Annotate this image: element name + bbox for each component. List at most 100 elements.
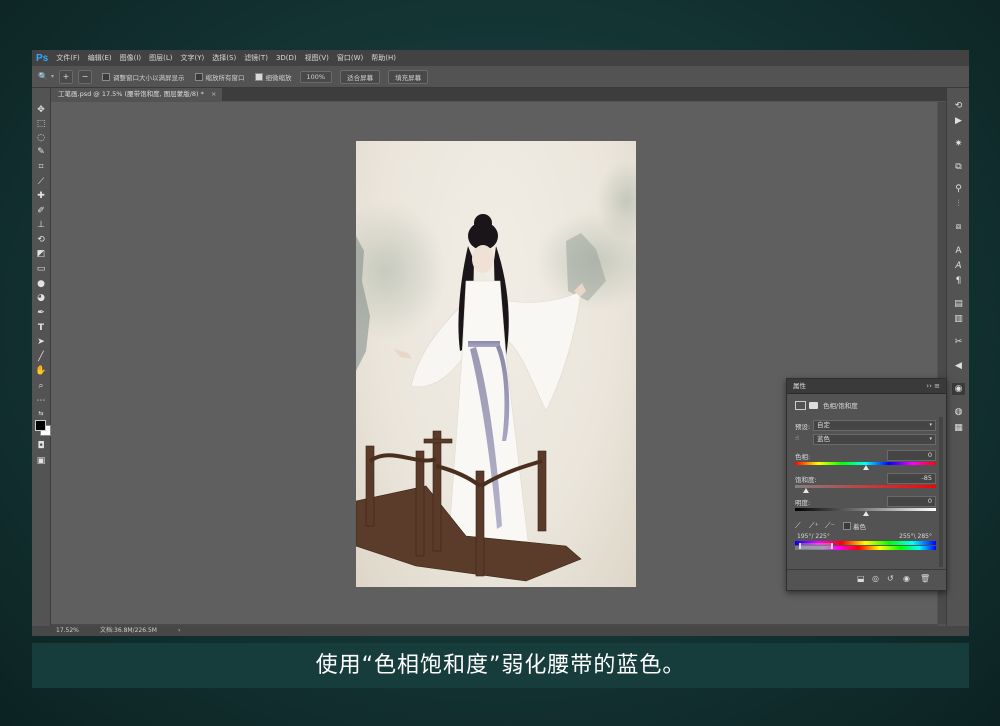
quick-select-tool-icon[interactable]: ✎ — [35, 146, 47, 158]
targeted-adjustment-hand-icon[interactable]: ☝ — [795, 434, 799, 442]
eyedropper-plus-icon[interactable]: ⟋⁺ — [809, 521, 819, 531]
document-tab[interactable]: 工笔画.psd @ 17.5% (腰带饱和度, 图层蒙版/8) * × — [50, 88, 223, 101]
saturation-label: 饱和度: — [795, 476, 817, 484]
menu-view[interactable]: 视图(V) — [305, 53, 329, 63]
colorize-label: 着色 — [853, 523, 866, 531]
colorize-checkbox[interactable] — [843, 522, 851, 530]
hand-tool-icon[interactable]: ✋ — [35, 365, 47, 377]
clone-source-icon[interactable]: ⧉ — [952, 161, 965, 173]
brush-settings-icon[interactable]: ✷ — [952, 138, 965, 150]
screen-mode-icon[interactable]: ▣ — [35, 455, 47, 467]
layer-comps-icon[interactable]: ⧈ — [952, 221, 965, 233]
view-previous-icon[interactable]: ◎ — [872, 574, 879, 583]
visibility-eye-icon[interactable]: ◉ — [903, 574, 910, 583]
healing-brush-tool-icon[interactable]: ✚ — [35, 190, 47, 202]
resize-windows-checkbox[interactable] — [102, 72, 111, 81]
menu-layer[interactable]: 图层(L) — [149, 53, 172, 63]
layers-grid-icon[interactable]: ▦ — [952, 422, 965, 434]
dodge-tool-icon[interactable]: ◕ — [35, 292, 47, 304]
hue-value-input[interactable]: 0 — [887, 450, 936, 461]
fill-screen-button[interactable]: 填充屏幕 — [388, 69, 429, 84]
tool-preset-chevron-icon[interactable]: ▾ — [51, 73, 54, 80]
crop-tool-icon[interactable]: ⌗ — [35, 161, 47, 173]
foreground-color-swatch[interactable] — [35, 420, 46, 431]
measurement-icon[interactable]: ◀ — [952, 360, 965, 372]
menu-3d[interactable]: 3D(D) — [276, 54, 297, 62]
properties-panel-header[interactable]: 属性 ›› ≡ — [787, 379, 946, 394]
eyedropper-minus-icon[interactable]: ⟋⁻ — [825, 521, 835, 531]
chevron-down-icon: ▾ — [929, 422, 932, 428]
menu-select[interactable]: 选择(S) — [212, 53, 236, 63]
eyedropper-icon[interactable]: ⟋ — [795, 521, 801, 531]
properties-icon[interactable]: ◉ — [952, 383, 965, 395]
close-icon[interactable]: × — [211, 90, 216, 98]
menu-file[interactable]: 文件(F) — [56, 53, 80, 63]
more-tools-icon[interactable]: ⋯ — [35, 395, 47, 407]
status-menu-arrow[interactable]: › — [178, 626, 180, 636]
quick-mask-icon[interactable]: ◘ — [35, 440, 47, 452]
document-image[interactable] — [356, 141, 636, 587]
notes-icon[interactable]: ▤ — [952, 298, 965, 310]
saturation-slider-track[interactable] — [795, 485, 936, 488]
tools-scissors-icon[interactable]: ✂ — [952, 336, 965, 348]
history-icon[interactable]: ⟲ — [952, 100, 965, 112]
clip-to-layer-icon[interactable]: ⬓ — [857, 574, 865, 583]
blur-tool-icon[interactable]: ● — [35, 278, 47, 290]
channel-select[interactable]: 蓝色 ▾ — [813, 434, 936, 445]
character-icon[interactable]: A — [952, 245, 965, 257]
eyedropper-tool-icon[interactable]: ⟋ — [35, 176, 47, 188]
menu-image[interactable]: 图像(I) — [120, 53, 142, 63]
properties-title: 属性 — [793, 382, 806, 390]
saturation-slider-thumb[interactable] — [802, 488, 809, 493]
trash-icon[interactable]: 🗑 — [920, 574, 930, 583]
actions-play-icon[interactable]: ▶ — [952, 115, 965, 127]
zoom-level[interactable]: 17.52% — [56, 626, 79, 636]
menu-type[interactable]: 文字(Y) — [181, 53, 205, 63]
zoom-tool-icon[interactable]: ⌕ — [35, 380, 47, 392]
zoom-all-label: 缩放所有窗口 — [205, 73, 245, 82]
scrubby-zoom-checkbox[interactable] — [254, 72, 263, 81]
layer-mask-icon[interactable] — [809, 401, 818, 409]
lasso-tool-icon[interactable]: ◌ — [35, 132, 47, 144]
saturation-value-input[interactable]: -85 — [887, 473, 936, 484]
hue-saturation-adjustment-icon[interactable] — [795, 400, 806, 410]
eraser-tool-icon[interactable]: ◩ — [35, 248, 47, 260]
pen-tool-icon[interactable]: ✒ — [35, 307, 47, 319]
adjust-sliders-icon[interactable]: ⫶ — [952, 198, 965, 210]
swatches-icon[interactable]: ◍ — [952, 406, 965, 418]
zoom-in-icon[interactable]: + — [59, 69, 74, 84]
line-tool-icon[interactable]: ╱ — [35, 351, 47, 363]
menu-window[interactable]: 窗口(W) — [337, 53, 363, 63]
saturation-value: -85 — [921, 474, 932, 482]
lightness-value-input[interactable]: 0 — [887, 496, 936, 507]
menu-filter[interactable]: 滤镜(T) — [244, 53, 268, 63]
path-select-tool-icon[interactable]: ➤ — [35, 336, 47, 348]
history-brush-tool-icon[interactable]: ⟲ — [35, 234, 47, 246]
type-tool-icon[interactable]: T — [35, 322, 47, 334]
fit-screen-button[interactable]: 适合屏幕 — [340, 69, 381, 84]
marquee-tool-icon[interactable]: ⬚ — [35, 118, 47, 130]
tool-presets-icon[interactable]: ⚲ — [952, 183, 965, 195]
info-icon[interactable]: ▥ — [952, 313, 965, 325]
move-tool-icon[interactable]: ✥ — [35, 104, 47, 116]
menu-edit[interactable]: 编辑(E) — [88, 53, 112, 63]
color-range-selector[interactable] — [799, 543, 833, 549]
panel-menu-icon[interactable]: ›› ≡ — [926, 379, 940, 393]
zoom-100-button[interactable]: 100% — [299, 70, 333, 83]
zoom-all-checkbox[interactable] — [194, 72, 203, 81]
glyphs-icon[interactable]: A — [952, 260, 965, 272]
reset-icon[interactable]: ↺ — [887, 574, 894, 583]
preset-select[interactable]: 自定 ▾ — [813, 420, 936, 431]
swap-colors-icon[interactable]: ⇆ — [35, 408, 47, 420]
status-bar: 17.52% 文档:36.8M/226.5M › — [32, 626, 969, 636]
lightness-slider-thumb[interactable] — [862, 511, 869, 516]
hue-slider-thumb[interactable] — [862, 465, 869, 470]
stamp-tool-icon[interactable]: ⊥ — [35, 219, 47, 231]
brush-tool-icon[interactable]: ✐ — [35, 205, 47, 217]
zoom-tool-icon[interactable]: 🔍 — [37, 71, 49, 83]
gradient-tool-icon[interactable]: ▭ — [35, 263, 47, 275]
paragraph-icon[interactable]: ¶ — [952, 275, 965, 287]
menu-help[interactable]: 帮助(H) — [371, 53, 396, 63]
zoom-out-icon[interactable]: − — [78, 69, 93, 84]
panel-scrollbar[interactable] — [939, 417, 943, 567]
